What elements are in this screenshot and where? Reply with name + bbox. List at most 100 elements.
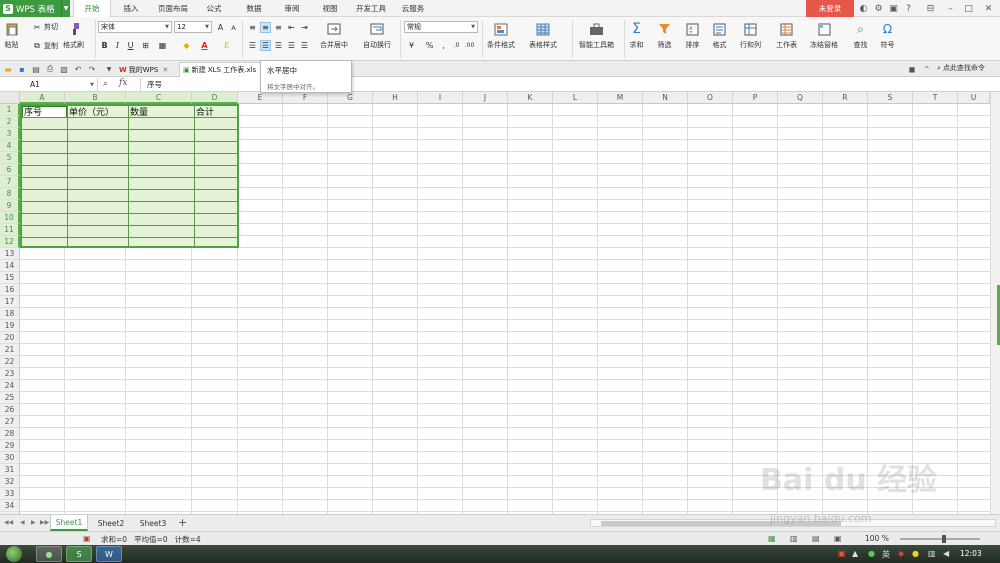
row-header-13[interactable]: 13 — [0, 248, 20, 260]
format-button[interactable]: 格式 — [712, 22, 727, 50]
column-header-h[interactable]: H — [373, 92, 418, 104]
row-header-31[interactable]: 31 — [0, 464, 20, 476]
spreadsheet-grid[interactable]: ABCDEFGHIJKLMNOPQRSTU 1 2 3 4 5 6 7 8 9 10 11 12 13 1… — [0, 92, 996, 514]
row-header-20[interactable]: 20 — [0, 332, 20, 344]
sort-button[interactable]: AZ 排序 — [685, 22, 700, 50]
row-header-1[interactable]: 1 — [0, 104, 20, 116]
align-right-icon[interactable]: ☰ — [273, 40, 284, 51]
increase-decimal-icon[interactable]: .0 — [451, 40, 462, 51]
indent-decrease-icon[interactable]: ⇤ — [286, 22, 297, 33]
column-header-i[interactable]: I — [418, 92, 463, 104]
maximize-icon[interactable]: □ — [963, 3, 974, 14]
align-bottom-icon[interactable]: ≡ — [273, 22, 284, 33]
column-header-l[interactable]: L — [553, 92, 598, 104]
save-icon[interactable]: ▪ — [17, 64, 27, 74]
currency-icon[interactable]: ¥ — [406, 40, 417, 51]
column-header-g[interactable]: G — [328, 92, 373, 104]
vertical-scrollbar[interactable] — [990, 92, 1000, 514]
find-button[interactable]: ⌕ 查找 — [853, 22, 868, 50]
row-header-11[interactable]: 11 — [0, 224, 20, 236]
row-header-33[interactable]: 33 — [0, 488, 20, 500]
conditional-format-button[interactable]: 条件格式 — [487, 22, 515, 50]
prev-sheet-icon[interactable]: ◀ — [20, 519, 25, 526]
tab-formulas[interactable]: 公式 — [197, 0, 231, 17]
column-header-t[interactable]: T — [913, 92, 958, 104]
app-menu-button[interactable]: S WPS 表格 ▼ — [0, 0, 70, 17]
column-header-b[interactable]: B — [65, 92, 126, 104]
row-header-25[interactable]: 25 — [0, 392, 20, 404]
tab-review[interactable]: 审阅 — [275, 0, 309, 17]
tray-security-icon[interactable]: ◆ — [898, 549, 904, 558]
sheet-tab-3[interactable]: Sheet3 — [134, 515, 172, 531]
font-size-select[interactable]: 12 ▼ — [174, 21, 212, 33]
tab-my-wps[interactable]: W 我的WPS ✕ — [116, 62, 168, 77]
header-cell-unit-price[interactable]: 单价（元） — [68, 106, 128, 118]
tab-page-layout[interactable]: 页面布局 — [151, 0, 195, 17]
column-header-a[interactable]: A — [20, 92, 65, 104]
indent-increase-icon[interactable]: ⇥ — [299, 22, 310, 33]
row-header-28[interactable]: 28 — [0, 428, 20, 440]
row-header-14[interactable]: 14 — [0, 260, 20, 272]
row-header-9[interactable]: 9 — [0, 200, 20, 212]
bold-button[interactable]: B — [99, 40, 110, 51]
row-header-26[interactable]: 26 — [0, 404, 20, 416]
align-middle-icon[interactable]: ≡ — [260, 22, 271, 33]
close-icon[interactable]: ✕ — [983, 3, 994, 14]
align-top-icon[interactable]: ≡ — [247, 22, 258, 33]
zoom-icon[interactable]: ⌕ — [103, 79, 108, 89]
percent-button[interactable]: % — [424, 40, 435, 51]
cut-button[interactable]: ✂ 剪切 — [32, 22, 58, 32]
format-painter-button[interactable]: 格式刷 — [63, 22, 84, 50]
row-header-23[interactable]: 23 — [0, 368, 20, 380]
row-header-30[interactable]: 30 — [0, 452, 20, 464]
skin-icon[interactable]: ◼ — [907, 64, 917, 74]
selected-table-range[interactable]: 序号 单价（元） 数量 合计 — [20, 104, 239, 248]
column-header-k[interactable]: K — [508, 92, 553, 104]
column-header-d[interactable]: D — [192, 92, 238, 104]
taskbar-spreadsheet-button[interactable]: S — [66, 546, 92, 562]
row-header-4[interactable]: 4 — [0, 140, 20, 152]
wrap-text-button[interactable]: 自动换行 — [363, 22, 391, 50]
align-left-icon[interactable]: ☰ — [247, 40, 258, 51]
close-icon[interactable]: ✕ — [162, 66, 168, 74]
find-command-box[interactable]: ⌕ 点此查找命令 — [937, 63, 985, 73]
zoom-slider[interactable] — [900, 535, 980, 543]
open-folder-icon[interactable]: ▬ — [3, 64, 13, 74]
help-icon[interactable]: ? — [903, 3, 914, 14]
chevron-down-icon[interactable]: ▼ — [61, 0, 70, 17]
row-header-32[interactable]: 32 — [0, 476, 20, 488]
tray-app-icon[interactable]: ● — [868, 549, 875, 558]
row-header-21[interactable]: 21 — [0, 344, 20, 356]
system-clock[interactable]: 12:03 — [960, 549, 982, 558]
last-sheet-icon[interactable]: ▶▶ — [40, 519, 49, 526]
merge-center-button[interactable]: 合并居中 — [320, 22, 348, 50]
column-header-c[interactable]: C — [126, 92, 192, 104]
row-header-18[interactable]: 18 — [0, 308, 20, 320]
symbol-button[interactable]: Ω 符号 — [880, 22, 895, 50]
tab-home[interactable]: 开始 — [73, 0, 111, 17]
redo-icon[interactable]: ↷ — [87, 64, 97, 74]
row-header-27[interactable]: 27 — [0, 416, 20, 428]
column-header-r[interactable]: R — [823, 92, 868, 104]
add-sheet-button[interactable]: + — [178, 516, 187, 529]
column-header-u[interactable]: U — [958, 92, 990, 104]
fill-color-icon[interactable]: ◆ — [181, 40, 192, 51]
row-header-22[interactable]: 22 — [0, 356, 20, 368]
tab-insert[interactable]: 插入 — [113, 0, 149, 17]
tab-cloud[interactable]: 云服务 — [395, 0, 431, 17]
freeze-panes-button[interactable]: 冻结窗格 — [810, 22, 838, 50]
macro-icon[interactable]: ▣ — [83, 534, 91, 543]
header-cell-quantity[interactable]: 数量 — [129, 106, 194, 118]
login-button[interactable]: 未登录 — [806, 0, 854, 17]
italic-button[interactable]: I — [112, 40, 123, 51]
collapse-ribbon-icon[interactable]: ⌃ — [922, 64, 932, 74]
row-header-6[interactable]: 6 — [0, 164, 20, 176]
row-header-19[interactable]: 19 — [0, 320, 20, 332]
merge-cells-icon[interactable]: ▦ — [157, 40, 168, 51]
zoom-slider-knob[interactable] — [942, 535, 946, 543]
row-col-button[interactable]: 行和列 — [740, 22, 761, 50]
taskbar-browser-button[interactable]: ● — [36, 546, 62, 562]
sheet-tab-1[interactable]: Sheet1 — [50, 515, 88, 531]
grow-font-icon[interactable]: A — [215, 22, 226, 33]
name-box[interactable]: A1 ▼ — [20, 78, 98, 91]
